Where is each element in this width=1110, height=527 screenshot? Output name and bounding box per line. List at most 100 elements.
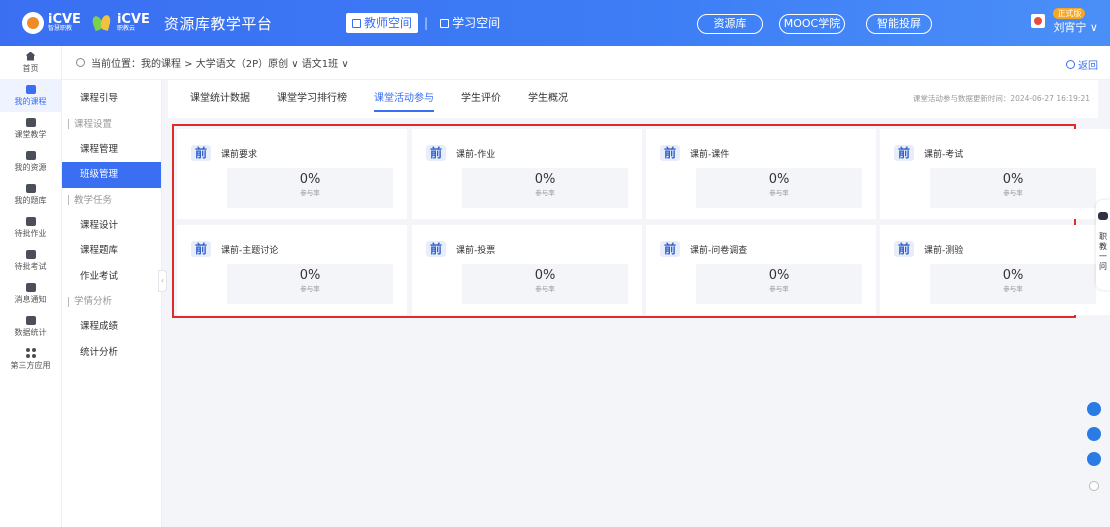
pre-class-badge: 前 <box>191 241 211 257</box>
student-space-button[interactable]: 学习空间 <box>434 13 506 33</box>
card-title: 课前-作业 <box>456 149 496 160</box>
main-content: 课堂统计数据 课堂学习排行榜 课堂活动参与 学生评价 学生概况 课堂活动参与数据… <box>168 80 1110 527</box>
card-title: 课前-课件 <box>690 149 730 160</box>
participation-value: 0% <box>1002 172 1024 187</box>
tab-activity-participation[interactable]: 课堂活动参与 <box>374 80 434 118</box>
teacher-space-button[interactable]: 教师空间 <box>346 13 419 33</box>
student-space-icon <box>440 18 450 28</box>
card-title: 课前-投票 <box>456 245 496 256</box>
pre-class-badge: 前 <box>660 241 680 257</box>
collapse-subnav-button[interactable]: ‹ <box>158 270 167 292</box>
breadcrumb-text[interactable]: 当前位置：我的课程 > 大学语文（2P）原创 ∨ 语文1班 ∨ <box>91 55 349 70</box>
exam-icon <box>25 249 36 259</box>
activity-card[interactable]: 前课前-投票 0% 参与率 <box>412 225 642 315</box>
participation-value: 0% <box>768 268 790 283</box>
activity-card[interactable]: 前课前-课件 0% 参与率 <box>646 129 876 219</box>
participation-label: 参与率 <box>300 285 320 293</box>
mooc-button[interactable]: MOOC学院 <box>779 14 845 34</box>
pre-class-badge: 前 <box>660 145 680 161</box>
rail-item-messages[interactable]: 消息通知 <box>0 277 61 310</box>
stats-icon <box>25 315 36 325</box>
activity-card[interactable]: 前课前-测验 0% 参与率 <box>880 225 1110 315</box>
tab-class-stats[interactable]: 课堂统计数据 <box>190 80 250 118</box>
user-name: 刘宵宁 ∨ <box>1053 21 1098 34</box>
back-button[interactable]: 返回 <box>1066 57 1098 72</box>
subnav-homework-exam[interactable]: 作业考试 <box>62 264 161 290</box>
rail-item-question-bank[interactable]: 我的题库 <box>0 178 61 211</box>
left-rail: 首页 我的课程 课堂教学 我的资源 我的题库 待批作业 待批考试 消息通知 数据… <box>0 46 62 527</box>
help-icon[interactable] <box>1087 452 1101 466</box>
update-time: 课堂活动参与数据更新时间：2024-06-27 16:19:21 <box>912 94 1090 103</box>
rail-item-exam[interactable]: 待批考试 <box>0 244 61 277</box>
participation-stat: 0% 参与率 <box>696 264 862 304</box>
resource-library-button[interactable]: 资源库 <box>697 14 763 34</box>
participation-stat: 0% 参与率 <box>462 168 628 208</box>
participation-value: 0% <box>299 172 321 187</box>
rail-item-apps[interactable]: 第三方应用 <box>0 343 61 376</box>
leaf-logo-icon <box>91 13 113 33</box>
rail-item-resources[interactable]: 我的资源 <box>0 145 61 178</box>
logo-icve-zhihui: iCVE 智慧职教 <box>48 11 81 32</box>
ai-assistant-tab[interactable]: 职教一问 <box>1096 200 1110 290</box>
activity-card[interactable]: 前课前要求 0% 参与率 <box>177 129 407 219</box>
question-bank-icon <box>25 183 36 193</box>
tab-ranking[interactable]: 课堂学习排行榜 <box>277 80 347 118</box>
participation-label: 参与率 <box>769 285 789 293</box>
rail-item-home[interactable]: 首页 <box>0 46 61 79</box>
subnav-course-bank[interactable]: 课程题库 <box>62 238 161 264</box>
participation-stat: 0% 参与率 <box>227 264 393 304</box>
participation-stat: 0% 参与率 <box>930 168 1096 208</box>
participation-value: 0% <box>534 268 556 283</box>
subnav-course-manage[interactable]: 课程管理 <box>62 137 161 163</box>
rail-item-stats[interactable]: 数据统计 <box>0 310 61 343</box>
participation-label: 参与率 <box>535 189 555 197</box>
pre-class-badge: 前 <box>426 241 446 257</box>
pre-class-badge: 前 <box>894 241 914 257</box>
app-title: 资源库教学平台 <box>163 14 273 33</box>
activity-card[interactable]: 前课前-作业 0% 参与率 <box>412 129 642 219</box>
teacher-space-icon <box>352 18 361 28</box>
tab-student-overview[interactable]: 学生概况 <box>528 80 568 118</box>
message-icon <box>25 282 36 292</box>
course-subnav: 课程引导 课程设置 课程管理 班级管理 教学任务 课程设计 课程题库 作业考试 … <box>62 80 162 527</box>
space-switch: 教师空间 | 学习空间 <box>346 12 506 34</box>
participation-stat: 0% 参与率 <box>930 264 1096 304</box>
participation-value: 0% <box>299 268 321 283</box>
courses-icon <box>25 84 36 94</box>
user-menu[interactable]: 正式版 刘宵宁 ∨ <box>1031 6 1098 35</box>
participation-label: 参与率 <box>300 189 320 197</box>
subnav-course-scores[interactable]: 课程成绩 <box>62 314 161 340</box>
subnav-course-design[interactable]: 课程设计 <box>62 213 161 239</box>
participation-value: 0% <box>1002 268 1024 283</box>
pre-class-badge: 前 <box>426 145 446 161</box>
version-badge: 正式版 <box>1053 8 1086 19</box>
rail-item-my-courses[interactable]: 我的课程 <box>0 79 61 112</box>
download-icon[interactable] <box>1087 427 1101 441</box>
back-to-top-icon[interactable] <box>1089 481 1099 491</box>
ai-assistant-label: 职教一问 <box>1099 232 1107 271</box>
participation-stat: 0% 参与率 <box>696 168 862 208</box>
homework-icon <box>25 216 36 226</box>
participation-label: 参与率 <box>1003 189 1023 197</box>
stats-tabs: 课堂统计数据 课堂学习排行榜 课堂活动参与 学生评价 学生概况 课堂活动参与数据… <box>168 80 1098 118</box>
card-title: 课前要求 <box>221 149 258 160</box>
activity-card[interactable]: 前课前-主题讨论 0% 参与率 <box>177 225 407 315</box>
participation-label: 参与率 <box>1003 285 1023 293</box>
logo-group[interactable]: iCVE 智慧职教 iCVE 职教云 资源库教学平台 <box>22 12 272 34</box>
card-title: 课前-主题讨论 <box>221 245 279 256</box>
subnav-class-manage[interactable]: 班级管理 <box>62 162 161 188</box>
rail-item-classroom[interactable]: 课堂教学 <box>0 112 61 145</box>
rail-item-homework[interactable]: 待批作业 <box>0 211 61 244</box>
classroom-icon <box>25 117 36 127</box>
activity-card[interactable]: 前课前-考试 0% 参与率 <box>880 129 1110 219</box>
location-icon <box>76 58 85 67</box>
subnav-stats-analysis[interactable]: 统计分析 <box>62 340 161 366</box>
customer-service-icon[interactable] <box>1087 402 1101 416</box>
activity-card[interactable]: 前课前-问卷调查 0% 参与率 <box>646 225 876 315</box>
icve-logo-icon <box>22 12 44 34</box>
home-icon <box>25 51 36 61</box>
smart-screen-button[interactable]: 智能投屏 <box>866 14 932 34</box>
subnav-course-guide[interactable]: 课程引导 <box>62 86 161 112</box>
breadcrumb: 当前位置：我的课程 > 大学语文（2P）原创 ∨ 语文1班 ∨ 返回 <box>62 46 1110 80</box>
tab-student-evaluation[interactable]: 学生评价 <box>461 80 501 118</box>
